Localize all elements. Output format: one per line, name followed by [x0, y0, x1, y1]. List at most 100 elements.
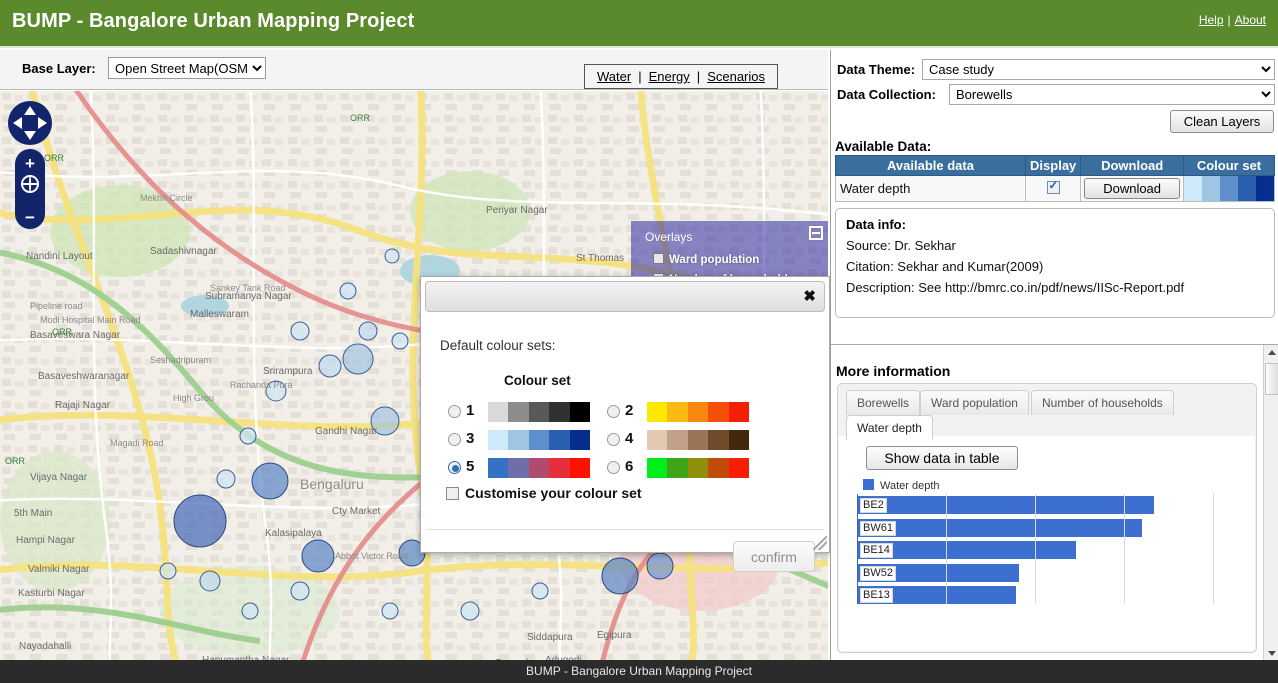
- cell-download: Download: [1080, 175, 1184, 202]
- svg-text:Siddapura: Siddapura: [527, 632, 573, 643]
- more-information-scrollbar[interactable]: [1263, 345, 1278, 660]
- colour-set-swatch-3[interactable]: [488, 430, 591, 450]
- svg-text:Nayadahalli: Nayadahalli: [19, 641, 71, 652]
- download-button[interactable]: Download: [1084, 178, 1181, 199]
- about-link[interactable]: About: [1235, 13, 1266, 27]
- tab-water-depth[interactable]: Water depth: [846, 415, 933, 440]
- zoom-out-icon[interactable]: −: [15, 209, 45, 226]
- svg-text:Abbot Victor Road: Abbot Victor Road: [335, 551, 408, 561]
- colour-set-dialog[interactable]: ✖ Default colour sets: Colour set Colour…: [420, 276, 965, 572]
- svg-text:Basaveswara Nagar: Basaveswara Nagar: [30, 330, 121, 341]
- colour-set-option-1[interactable]: 1: [448, 401, 593, 423]
- header-link-separator: |: [1227, 13, 1231, 27]
- svg-text:Bengaluru: Bengaluru: [300, 476, 364, 492]
- data-theme-select[interactable]: Case study: [922, 59, 1275, 80]
- colour-set-option-4[interactable]: 4: [607, 429, 752, 451]
- column-header-display: Display: [1025, 155, 1082, 176]
- base-layer-select[interactable]: Open Street Map(OSM): [108, 57, 266, 79]
- colour-set-number-4: 4: [625, 430, 634, 447]
- close-icon[interactable]: ✖: [803, 287, 816, 307]
- tab-number-of-households[interactable]: Number of households: [1031, 390, 1174, 415]
- data-info-box: Data info: Source: Dr. Sekhar Citation: …: [835, 208, 1275, 318]
- available-data-label: Available Data:: [835, 139, 932, 154]
- help-link[interactable]: Help: [1199, 13, 1224, 27]
- chart-bar-row: BW61: [857, 517, 1217, 540]
- tab-borewells[interactable]: Borewells: [846, 390, 921, 415]
- legend-label-water-depth: Water depth: [880, 480, 940, 492]
- overlay-item-ward-population[interactable]: Ward population: [653, 253, 759, 266]
- colour-set-number-1: 1: [466, 402, 475, 419]
- colour-set-number-6: 6: [625, 458, 634, 475]
- chart-bar[interactable]: [857, 496, 1154, 514]
- colour-set-radio-3[interactable]: [448, 433, 461, 446]
- scrollbar-thumb[interactable]: [1265, 363, 1278, 395]
- map-zoom-control[interactable]: + −: [15, 149, 45, 229]
- svg-text:Basaveshwaranagar: Basaveshwaranagar: [38, 371, 130, 382]
- svg-text:Gandhi Nagar: Gandhi Nagar: [315, 426, 378, 437]
- colour-set-radio-6[interactable]: [607, 461, 620, 474]
- customise-colour-set-row[interactable]: Customise your colour set: [446, 485, 642, 501]
- scroll-up-icon[interactable]: [1264, 345, 1278, 361]
- colour-set-radio-5[interactable]: [448, 461, 461, 474]
- chart-bar-row: BE2: [857, 494, 1217, 517]
- colour-set-preview[interactable]: [1183, 176, 1274, 201]
- colour-set-swatch-2[interactable]: [647, 402, 750, 422]
- svg-text:Mekhri Circle: Mekhri Circle: [140, 193, 193, 203]
- pan-right-icon[interactable]: [38, 117, 47, 129]
- water-depth-bar-chart[interactable]: BE2BW61BE14BW52BE13BS22BE47: [857, 494, 1217, 604]
- nav-link-scenarios[interactable]: Scenarios: [707, 69, 765, 84]
- colour-set-swatch-4[interactable]: [647, 430, 750, 450]
- colour-set-radio-4[interactable]: [607, 433, 620, 446]
- colour-set-option-6[interactable]: 6: [607, 457, 752, 479]
- colour-set-number-2: 2: [625, 402, 634, 419]
- overlay-checkbox-ward-population[interactable]: [653, 253, 664, 264]
- show-data-in-table-button[interactable]: Show data in table: [866, 446, 1018, 470]
- svg-text:Cty Market: Cty Market: [332, 506, 381, 517]
- column-header-available-data: Available data: [834, 155, 1027, 176]
- svg-text:Kasturbi Nagar: Kasturbi Nagar: [18, 588, 85, 599]
- colour-set-radio-1[interactable]: [448, 405, 461, 418]
- dialog-resize-handle[interactable]: [813, 536, 827, 550]
- base-layer-label: Base Layer:: [22, 61, 96, 76]
- customise-colour-set-label: Customise your colour set: [465, 485, 642, 501]
- data-info-source: Source: Dr. Sekhar: [846, 238, 956, 253]
- svg-text:Magadi Road: Magadi Road: [110, 438, 164, 448]
- colour-set-number-3: 3: [466, 430, 475, 447]
- pan-down-icon[interactable]: [24, 131, 36, 140]
- zoom-world-icon[interactable]: [21, 175, 39, 193]
- colour-set-swatch-6[interactable]: [647, 458, 750, 478]
- overlays-title: Overlays: [645, 230, 693, 244]
- chart-bar-row: BE13: [857, 584, 1217, 604]
- chart-bar[interactable]: [857, 518, 1142, 537]
- colour-set-swatch-5[interactable]: [488, 458, 591, 478]
- data-collection-select[interactable]: Borewells: [949, 84, 1275, 105]
- cell-layer-name: Water depth: [834, 175, 1027, 202]
- map-pan-zoom-control[interactable]: + −: [8, 101, 52, 229]
- svg-text:ORR: ORR: [52, 327, 73, 337]
- confirm-button[interactable]: confirm: [733, 541, 815, 572]
- display-checkbox-water-depth[interactable]: [1046, 179, 1060, 194]
- minimize-icon[interactable]: [809, 226, 823, 240]
- legend-swatch-water-depth: [863, 479, 874, 490]
- colour-set-option-2[interactable]: 2: [607, 401, 752, 423]
- nav-link-water[interactable]: Water: [597, 69, 631, 84]
- clean-layers-button[interactable]: Clean Layers: [1170, 110, 1274, 133]
- customise-colour-set-checkbox[interactable]: [446, 487, 459, 500]
- available-data-table: Available data Display Download Colour s…: [834, 155, 1276, 202]
- dialog-titlebar[interactable]: ✖: [425, 281, 825, 312]
- colour-set-option-3[interactable]: 3: [448, 429, 593, 451]
- pan-left-icon[interactable]: [13, 117, 22, 129]
- scroll-down-icon[interactable]: [1264, 645, 1278, 660]
- colour-set-radio-2[interactable]: [607, 405, 620, 418]
- nav-link-energy[interactable]: Energy: [649, 69, 690, 84]
- map-pan-control[interactable]: [8, 101, 52, 145]
- svg-text:Vijaya Nagar: Vijaya Nagar: [30, 472, 88, 483]
- svg-text:Sankey Tank Road: Sankey Tank Road: [210, 283, 285, 293]
- tab-ward-population[interactable]: Ward population: [920, 390, 1029, 415]
- colour-set-option-5[interactable]: 5: [448, 457, 593, 479]
- zoom-in-icon[interactable]: +: [15, 155, 45, 172]
- svg-text:5th Main: 5th Main: [14, 508, 52, 519]
- pan-up-icon[interactable]: [24, 106, 36, 115]
- app-header: BUMP - Bangalore Urban Mapping Project H…: [0, 0, 1278, 48]
- colour-set-swatch-1[interactable]: [488, 402, 591, 422]
